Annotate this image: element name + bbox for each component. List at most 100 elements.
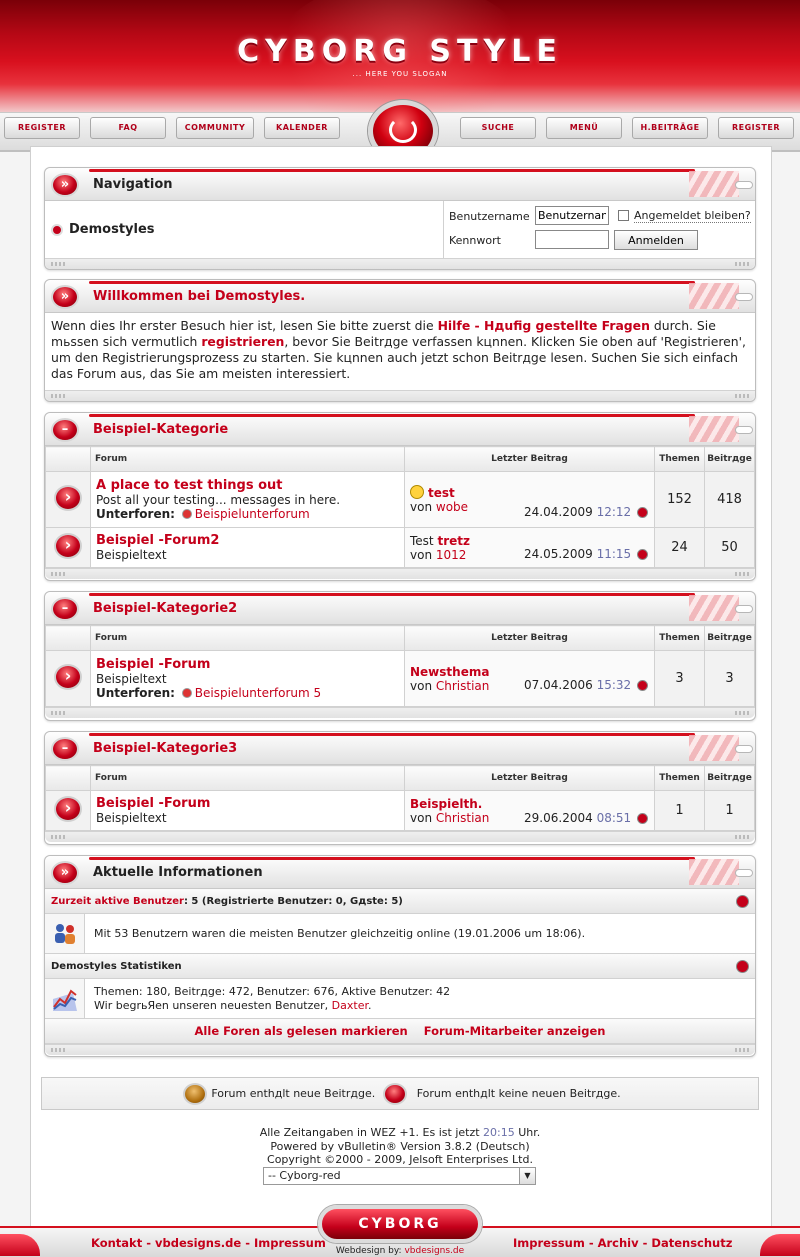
site-name[interactable]: Demostyles: [69, 222, 155, 237]
timezone-text: Alle Zeitangaben in WEZ +1. Es ist jetzt: [259, 1126, 484, 1139]
password-label: Kennwort: [449, 234, 501, 247]
last-post-title[interactable]: test: [428, 486, 455, 500]
by-label: von: [410, 500, 433, 514]
forum-title[interactable]: Beispiel -Forum: [96, 657, 399, 672]
copyright-block: Alle Zeitangaben in WEZ +1. Es ist jetzt…: [0, 1126, 800, 1167]
last-post-user[interactable]: Christian: [436, 811, 490, 825]
info-header: Aktuelle Informationen: [45, 856, 755, 889]
welcome-text-1: Wenn dies Ihr erster Besuch hier ist, le…: [51, 318, 438, 333]
welcome-text: Wenn dies Ihr erster Besuch hier ist, le…: [45, 313, 755, 390]
navigation-title: Navigation: [93, 177, 173, 192]
category-box-3: Beispiel-Kategorie3 Forum Letzter Beitra…: [44, 731, 756, 845]
category-title-3[interactable]: Beispiel-Kategorie3: [93, 741, 237, 756]
forum-row: A place to test things out Post all your…: [45, 471, 755, 528]
corner-arrows-right-icon: [760, 1234, 800, 1256]
category-header-2: Beispiel-Kategorie2: [45, 592, 755, 625]
collapse-icon[interactable]: [51, 418, 79, 442]
password-input[interactable]: [535, 230, 609, 249]
navigation-box: Navigation Demostyles Benutzername Angem…: [44, 167, 756, 270]
webdesign-link[interactable]: vbdesigns.de: [404, 1246, 464, 1256]
collapse-pill-icon[interactable]: [735, 426, 753, 434]
goto-last-post-icon[interactable]: [637, 507, 648, 518]
new-posts-icon: [183, 1083, 208, 1105]
faq-link[interactable]: Hilfe - Hдufig gestellte Fragen: [438, 318, 650, 333]
stats-title: Demostyles Statistiken: [51, 961, 182, 972]
style-select[interactable]: -- Cyborg-red ▼: [263, 1167, 536, 1185]
login-button[interactable]: Anmelden: [614, 230, 698, 250]
collapse-pill-icon[interactable]: [735, 181, 753, 189]
column-forum: Forum: [90, 625, 405, 651]
collapse-pill-icon[interactable]: [735, 869, 753, 877]
forum-status-icon: [54, 664, 82, 690]
last-post-date: 24.04.2009: [524, 505, 593, 519]
powered-by: Powered by vBulletin® Version 3.8.2 (Deu…: [270, 1139, 530, 1153]
username-input[interactable]: [535, 206, 609, 225]
staff-link[interactable]: Forum-Mitarbeiter anzeigen: [424, 1024, 606, 1038]
footer-logo[interactable]: CYBORG: [318, 1205, 482, 1243]
last-post-time: 12:12: [596, 505, 632, 519]
stats-line: Themen: 180, Beitrдge: 472, Benutzer: 67…: [94, 984, 451, 998]
forum-title[interactable]: Beispiel -Forum2: [96, 533, 399, 548]
collapse-pill-icon[interactable]: [735, 605, 753, 613]
last-post-date: 29.06.2004: [524, 811, 593, 825]
collapse-icon[interactable]: [736, 895, 749, 908]
nav-community-button[interactable]: COMMUNITY: [176, 117, 254, 139]
collapse-icon[interactable]: [51, 737, 79, 761]
active-users-link[interactable]: Zurzeit aktive Benutzer: [51, 896, 184, 907]
nav-menu-button[interactable]: MENÜ: [546, 117, 622, 139]
category-footer-3: [45, 831, 755, 842]
users-icon: [45, 914, 85, 953]
nav-search-button[interactable]: SUCHE: [460, 117, 536, 139]
last-post-title[interactable]: Beispielth.: [410, 797, 482, 811]
newest-user-suffix: .: [368, 998, 372, 1012]
welcome-header: Willkommen bei Demostyles.: [45, 280, 755, 313]
remember-label[interactable]: Angemeldet bleiben?: [634, 209, 751, 223]
forum-title[interactable]: A place to test things out: [96, 478, 399, 493]
nav-register-button[interactable]: REGISTER: [4, 117, 80, 139]
last-post-user[interactable]: 1012: [436, 548, 467, 562]
mark-read-link[interactable]: Alle Foren als gelesen markieren: [195, 1024, 408, 1038]
subforum-link[interactable]: Beispielunterforum 5: [195, 686, 321, 700]
forum-status-icon: [54, 485, 82, 511]
goto-last-post-icon[interactable]: [637, 813, 648, 824]
forum-table-1: Forum Letzter Beitrag Themen Beitrдge A …: [45, 446, 755, 568]
subforum-link[interactable]: Beispielunterforum: [195, 507, 310, 521]
welcome-box: Willkommen bei Demostyles. Wenn dies Ihr…: [44, 279, 756, 402]
category-title-2[interactable]: Beispiel-Kategorie2: [93, 601, 237, 616]
column-last-post: Letzter Beitrag: [404, 625, 655, 651]
collapse-icon[interactable]: [51, 597, 79, 621]
info-box: Aktuelle Informationen Zurzeit aktive Be…: [44, 855, 756, 1057]
forward-icon: [51, 861, 79, 885]
goto-last-post-icon[interactable]: [637, 549, 648, 560]
goto-last-post-icon[interactable]: [637, 680, 648, 691]
record-row: Mit 53 Benutzern waren die meisten Benut…: [45, 914, 755, 954]
remember-checkbox[interactable]: [618, 210, 629, 221]
collapse-pill-icon[interactable]: [735, 745, 753, 753]
last-post-title[interactable]: Newsthema: [410, 665, 489, 679]
by-label: von: [410, 547, 433, 562]
category-box-1: Beispiel-Kategorie Forum Letzter Beitrag…: [44, 412, 756, 581]
newest-user-link[interactable]: Daxter: [332, 999, 368, 1012]
footer-right-links[interactable]: Impressum - Archiv - Datenschutz: [513, 1236, 732, 1250]
category-title-1[interactable]: Beispiel-Kategorie: [93, 422, 228, 437]
collapse-pill-icon[interactable]: [735, 293, 753, 301]
stats-row: Themen: 180, Beitrдge: 472, Benutzer: 67…: [45, 979, 755, 1019]
nav-new-posts-button[interactable]: H.BEITRÄGE: [632, 117, 708, 139]
last-post-date: 07.04.2006: [524, 678, 593, 692]
site-logo[interactable]: CYBORG STYLE: [0, 34, 800, 69]
chevron-down-icon[interactable]: ▼: [519, 1168, 535, 1184]
stats-header: Demostyles Statistiken: [45, 954, 755, 979]
forum-row: Beispiel -Forum2 Beispieltext Test tretz…: [45, 527, 755, 568]
nav-calendar-button[interactable]: KALENDER: [264, 117, 340, 139]
last-post-time: 15:32: [596, 678, 632, 692]
register-link[interactable]: registrieren: [201, 334, 284, 349]
last-post-title[interactable]: tretz: [437, 534, 470, 548]
forum-table-3: Forum Letzter Beitrag Themen Beitrдge Be…: [45, 765, 755, 831]
last-post-user[interactable]: Christian: [436, 679, 490, 693]
last-post-user[interactable]: wobe: [436, 500, 468, 514]
timezone-suffix: Uhr.: [514, 1126, 541, 1139]
nav-register-button-2[interactable]: REGISTER: [718, 117, 794, 139]
collapse-icon[interactable]: [736, 960, 749, 973]
nav-faq-button[interactable]: FAQ: [90, 117, 166, 139]
forum-title[interactable]: Beispiel -Forum: [96, 796, 399, 811]
